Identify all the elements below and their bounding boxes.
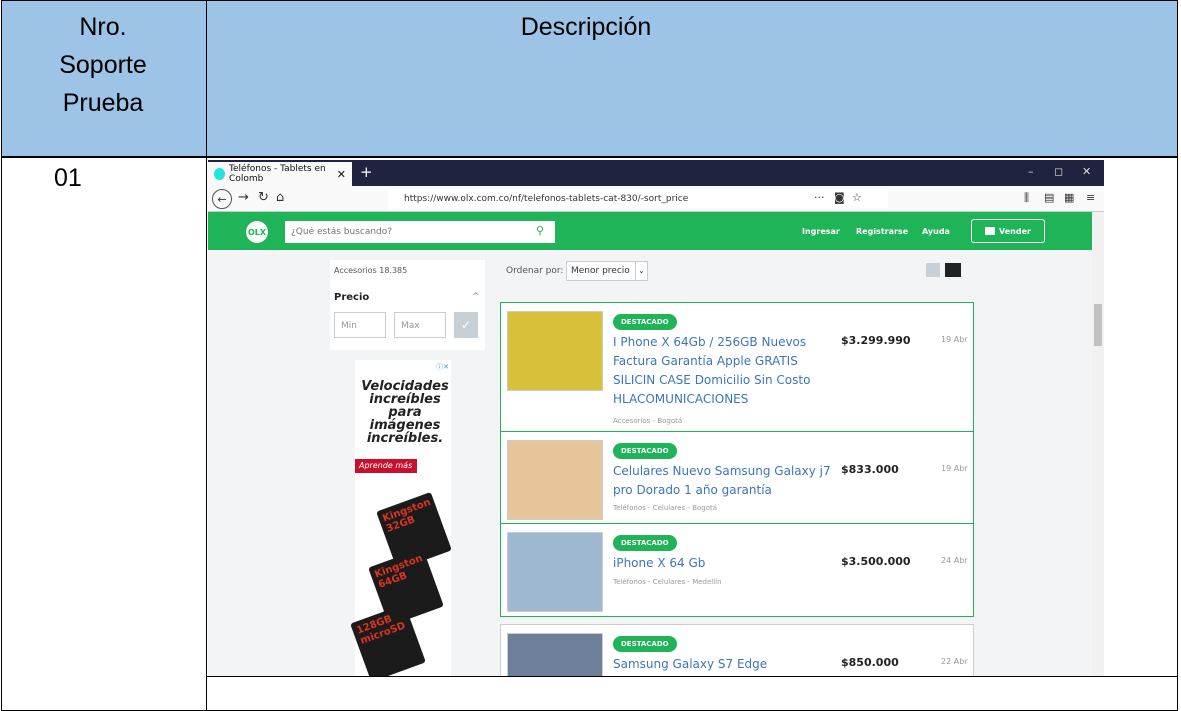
reload-icon[interactable]: ↻: [258, 190, 269, 205]
listing-category: Teléfonos - Celulares - Bogotá: [613, 504, 718, 512]
listing-category: Accesorios - Bogotá: [613, 417, 683, 425]
listing-thumbnail[interactable]: [507, 311, 603, 391]
library-icon[interactable]: ⫼: [1024, 191, 1029, 205]
home-icon[interactable]: ⌂: [276, 190, 284, 205]
pocket-icon[interactable]: ◙: [834, 191, 845, 204]
listing-date: 22 Abr: [941, 657, 968, 666]
minimize-icon[interactable]: –: [1028, 165, 1034, 178]
navigation-bar: ← → ↻ ⌂ https://www.olx.com.co/nf/telefo…: [208, 186, 1104, 212]
login-link[interactable]: Ingresar: [802, 227, 840, 236]
listing-title[interactable]: I Phone X 64Gb / 256GB Nuevos Factura Ga…: [613, 333, 843, 409]
list-view-icon[interactable]: [945, 263, 961, 277]
listing-price: $3.299.990: [841, 334, 911, 347]
browser-tab[interactable]: Teléfonos - Tablets en Colomb ✕: [208, 162, 352, 186]
listing-item[interactable]: DESTACADO iPhone X 64 Gb $3.500.000 24 A…: [500, 523, 974, 617]
advertisement[interactable]: ⓘ✕ Velocidades increíbles para imágenes …: [350, 360, 452, 676]
min-price-input[interactable]: Min: [334, 312, 386, 338]
help-link[interactable]: Ayuda: [922, 227, 950, 236]
sort-value: Menor precio: [571, 266, 630, 276]
search-icon[interactable]: ⚲: [536, 224, 544, 237]
close-tab-icon[interactable]: ✕: [337, 168, 346, 181]
listing-price: $850.000: [841, 656, 899, 669]
address-bar[interactable]: https://www.olx.com.co/nf/telefonos-tabl…: [388, 189, 888, 209]
back-arrow-icon[interactable]: ←: [212, 189, 232, 209]
camera-icon: [985, 227, 995, 235]
header-description-label: Descripción: [520, 13, 652, 41]
listing-item[interactable]: DESTACADO I Phone X 64Gb / 256GB Nuevos …: [500, 302, 974, 432]
chevron-up-icon[interactable]: ^: [472, 292, 480, 302]
listing-date: 24 Abr: [941, 556, 968, 565]
row-cell-number: [1, 157, 207, 711]
price-label: Precio: [334, 292, 370, 303]
featured-badge: DESTACADO: [613, 443, 677, 459]
row-number: 01: [54, 164, 82, 192]
page-actions-icon[interactable]: ···: [814, 191, 825, 204]
forward-arrow-icon[interactable]: →: [238, 190, 249, 205]
price-filter: Accesorios 18.385 Precio ^ Min Max ✓: [330, 260, 485, 350]
tab-title: Teléfonos - Tablets en Colomb: [229, 164, 326, 184]
chevron-down-icon: ⌄: [635, 262, 647, 280]
featured-badge: DESTACADO: [613, 636, 677, 652]
listing-thumbnail[interactable]: [507, 440, 603, 520]
menu-icon[interactable]: ≡: [1086, 191, 1095, 204]
category-count[interactable]: Accesorios 18.385: [334, 266, 407, 275]
header-line-1: Nro.: [79, 13, 127, 41]
header-nro-label: Nro. Soporte Prueba: [8, 8, 198, 122]
grid-view-icon[interactable]: [926, 263, 940, 277]
listing-title[interactable]: iPhone X 64 Gb: [613, 554, 843, 573]
divider: [206, 676, 1178, 677]
new-tab-button[interactable]: +: [360, 163, 373, 181]
listing-price: $3.500.000: [841, 555, 911, 568]
max-price-input[interactable]: Max: [394, 312, 446, 338]
ad-info-icon[interactable]: ⓘ✕: [436, 362, 449, 372]
ad-learn-more-button[interactable]: Aprende más: [355, 459, 417, 473]
register-link[interactable]: Registrarse: [856, 227, 908, 236]
listing-date: 19 Abr: [941, 464, 968, 473]
listing-thumbnail[interactable]: [507, 532, 603, 612]
apply-filter-button[interactable]: ✓: [454, 312, 478, 338]
close-window-icon[interactable]: ✕: [1082, 165, 1091, 178]
tab-bar: Teléfonos - Tablets en Colomb ✕ + – ◻ ✕: [208, 160, 1104, 186]
olx-favicon-icon: [214, 168, 226, 180]
maximize-icon[interactable]: ◻: [1054, 165, 1063, 178]
sell-label: Vender: [999, 226, 1031, 236]
bookmark-star-icon[interactable]: ☆: [852, 191, 862, 204]
ad-line: increíbles.: [366, 431, 444, 446]
header-line-2: Soporte: [59, 51, 147, 79]
listing-category: Teléfonos - Celulares - Medellín: [613, 578, 722, 586]
header-line-3: Prueba: [62, 89, 144, 117]
sort-select[interactable]: Menor precio ⌄: [566, 261, 648, 281]
sell-button[interactable]: Vender: [971, 219, 1045, 243]
extension-icon[interactable]: ▦: [1064, 191, 1074, 204]
browser-screenshot: Teléfonos - Tablets en Colomb ✕ + – ◻ ✕ …: [208, 160, 1104, 676]
olx-logo[interactable]: OLX: [246, 221, 268, 243]
scrollbar-thumb[interactable]: [1094, 304, 1102, 346]
ad-headline: Velocidades increíbles para imágenes inc…: [361, 380, 449, 445]
scrollbar[interactable]: [1092, 212, 1104, 676]
listing-price: $833.000: [841, 463, 899, 476]
search-input[interactable]: [285, 221, 555, 243]
featured-badge: DESTACADO: [613, 314, 677, 330]
listing-item[interactable]: DESTACADO Samsung Galaxy S7 Edge $850.00…: [500, 624, 974, 676]
sidebar-icon[interactable]: ▤: [1044, 191, 1054, 204]
sort-label: Ordenar por:: [506, 266, 564, 276]
listing-thumbnail[interactable]: [507, 633, 603, 676]
listing-date: 19 Abr: [941, 335, 968, 344]
olx-header: OLX ⚲ Ingresar Registrarse Ayuda Vender: [208, 212, 1092, 250]
featured-badge: DESTACADO: [613, 535, 677, 551]
listing-item[interactable]: DESTACADO Celulares Nuevo Samsung Galaxy…: [500, 431, 974, 524]
listing-title[interactable]: Samsung Galaxy S7 Edge: [613, 655, 843, 674]
listing-title[interactable]: Celulares Nuevo Samsung Galaxy j7 pro Do…: [613, 462, 843, 500]
